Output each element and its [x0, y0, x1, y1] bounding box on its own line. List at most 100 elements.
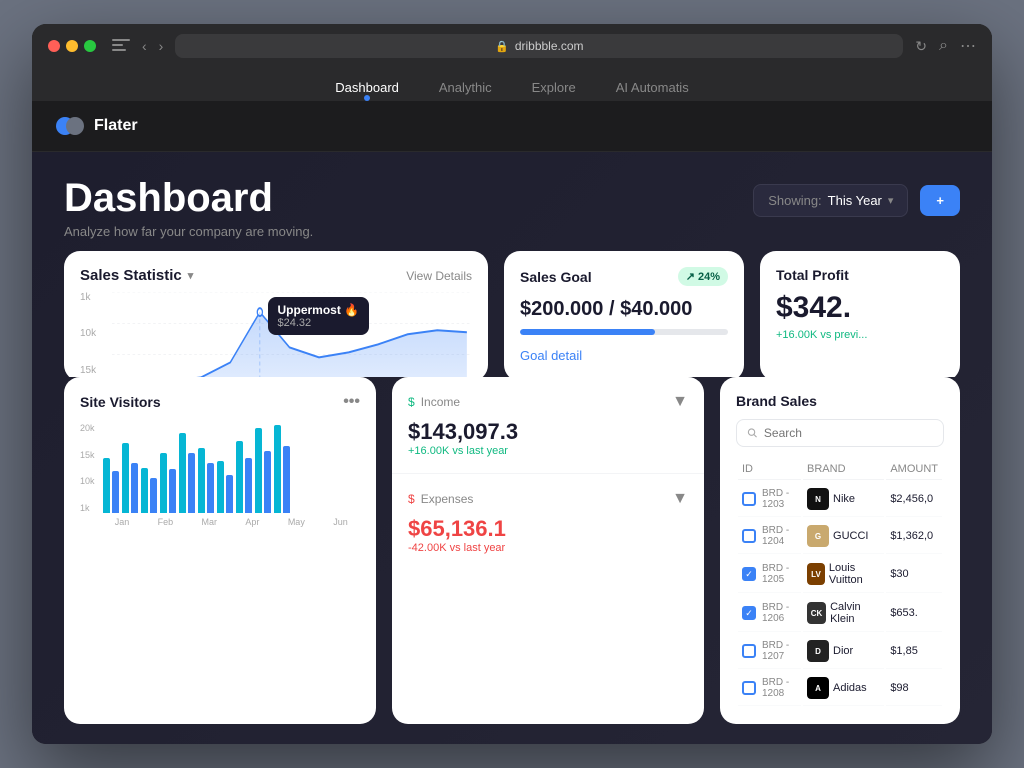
- tab-dashboard[interactable]: Dashboard: [331, 74, 403, 101]
- income-section: $ Income ▼ $143,097.3 +16.00K vs last ye…: [392, 377, 704, 474]
- showing-value: This Year: [828, 193, 882, 208]
- forward-button[interactable]: ›: [159, 38, 164, 54]
- goal-progress-fill: [520, 329, 655, 335]
- brand-title: Brand Sales: [736, 393, 944, 409]
- brand-amount-cell: $2,456,0: [886, 482, 942, 517]
- dots-menu-icon[interactable]: •••: [343, 393, 360, 411]
- income-icon: $: [408, 395, 415, 409]
- chevron-down-icon: ▾: [888, 194, 894, 207]
- bar-group-5: [179, 433, 195, 513]
- table-row: BRD - 1206CKCalvin Klein$653.: [738, 595, 942, 632]
- brand-logo: LV: [807, 563, 825, 585]
- brand-name-cell: DDior: [803, 634, 884, 669]
- back-button[interactable]: ‹: [142, 38, 147, 54]
- brand-id-cell: BRD - 1204: [738, 519, 801, 554]
- brand-logo: D: [807, 640, 829, 662]
- logo-area: Flater: [56, 117, 138, 135]
- tab-explore[interactable]: Explore: [528, 74, 580, 101]
- col-id: ID: [738, 459, 801, 480]
- chevron-down-icon: ▾: [188, 269, 194, 282]
- brand-name-cell: AAdidas: [803, 671, 884, 706]
- maximize-light[interactable]: [84, 40, 96, 52]
- showing-dropdown[interactable]: Showing: This Year ▾: [753, 184, 908, 217]
- total-profit-card: Total Profit $342. +16.00K vs previ...: [760, 251, 960, 377]
- close-light[interactable]: [48, 40, 60, 52]
- visitors-bar-chart: [103, 423, 360, 513]
- income-dropdown-icon[interactable]: ▼: [672, 393, 688, 411]
- row-checkbox[interactable]: [742, 606, 756, 620]
- site-visitors-card: Site Visitors ••• 20k 15k 10k 1k: [64, 377, 376, 724]
- expenses-icon: $: [408, 492, 415, 506]
- sales-card-header: Sales Statistic ▾ View Details: [64, 251, 488, 292]
- logo-text: Flater: [94, 117, 138, 135]
- income-change: +16.00K vs last year: [408, 445, 688, 457]
- row-checkbox[interactable]: [742, 529, 756, 543]
- visitors-y-labels: 20k 15k 10k 1k: [80, 423, 99, 513]
- table-row: BRD - 1207DDior$1,85: [738, 634, 942, 669]
- profit-amount: $342.: [776, 291, 944, 325]
- search-button[interactable]: ⌕: [939, 37, 948, 55]
- brand-amount-cell: $30: [886, 556, 942, 593]
- sales-goal-card: Sales Goal ↗ 24% $200.000 / $40.000 Goal…: [504, 251, 744, 377]
- minimize-light[interactable]: [66, 40, 78, 52]
- browser-nav: Dashboard Analythic Explore AI Automatis: [48, 66, 976, 101]
- url-text: dribbble.com: [515, 39, 584, 53]
- expenses-dropdown-icon[interactable]: ▼: [672, 490, 688, 508]
- view-details-link[interactable]: View Details: [406, 269, 472, 283]
- row-checkbox[interactable]: [742, 492, 756, 506]
- table-row: BRD - 1204GGUCCI$1,362,0: [738, 519, 942, 554]
- add-button[interactable]: +: [920, 185, 960, 216]
- tooltip-title: Uppermost 🔥: [278, 303, 360, 317]
- tab-ai[interactable]: AI Automatis: [612, 74, 693, 101]
- table-row: BRD - 1208AAdidas$98: [738, 671, 942, 706]
- lock-icon: 🔒: [495, 40, 509, 53]
- bottom-row: Site Visitors ••• 20k 15k 10k 1k: [32, 377, 992, 744]
- brand-amount-cell: $98: [886, 671, 942, 706]
- brand-amount-cell: $1,362,0: [886, 519, 942, 554]
- row-checkbox[interactable]: [742, 644, 756, 658]
- brand-table: ID BRAND AMOUNT BRD - 1203NNike$2,456,0B…: [736, 457, 944, 708]
- dashboard-title: Dashboard: [64, 176, 313, 220]
- brand-logo: A: [807, 677, 829, 699]
- traffic-lights: [48, 40, 96, 52]
- expenses-header: $ Expenses ▼: [408, 490, 688, 508]
- goal-progress-bar: [520, 329, 728, 335]
- profit-change: +16.00K vs previ...: [776, 329, 944, 341]
- chart-tooltip: Uppermost 🔥 $24.32: [268, 297, 370, 335]
- expenses-amount: $65,136.1: [408, 516, 688, 542]
- dashboard-title-area: Dashboard Analyze how far your company a…: [64, 176, 313, 239]
- browser-actions: ⌕ ⋯: [939, 36, 976, 56]
- brand-name-cell: LVLouis Vuitton: [803, 556, 884, 593]
- goal-header: Sales Goal ↗ 24%: [520, 267, 728, 286]
- brand-logo: G: [807, 525, 829, 547]
- chart-container: Uppermost 🔥 $24.32 25k 20k 15k 10k 1k: [64, 292, 488, 377]
- goal-badge: ↗ 24%: [678, 267, 728, 286]
- table-row: BRD - 1203NNike$2,456,0: [738, 482, 942, 517]
- brand-search-box[interactable]: [736, 419, 944, 447]
- visitors-bars-area: Jan Feb Mar Apr May Jun: [103, 423, 360, 527]
- row-checkbox[interactable]: [742, 681, 756, 695]
- tab-analytic[interactable]: Analythic: [435, 74, 496, 101]
- menu-button[interactable]: ⋯: [960, 36, 976, 56]
- bar-group-9: [255, 428, 271, 513]
- dashboard-subtitle: Analyze how far your company are moving.: [64, 224, 313, 239]
- tooltip-price: $24.32: [278, 317, 360, 329]
- brand-name-cell: NNike: [803, 482, 884, 517]
- reload-button[interactable]: ↻: [915, 38, 927, 55]
- income-header: $ Income ▼: [408, 393, 688, 411]
- address-bar[interactable]: 🔒 dribbble.com: [175, 34, 903, 58]
- brand-search-input[interactable]: [764, 426, 933, 440]
- goal-detail-button[interactable]: Goal detail: [520, 348, 582, 363]
- logo-icon: [56, 117, 86, 135]
- income-amount: $143,097.3: [408, 419, 688, 445]
- visitors-x-labels: Jan Feb Mar Apr May Jun: [103, 517, 360, 527]
- showing-label: Showing:: [768, 193, 821, 208]
- sidebar-toggle-icon[interactable]: [112, 39, 130, 53]
- brand-id-cell: BRD - 1208: [738, 671, 801, 706]
- row-checkbox[interactable]: [742, 567, 756, 581]
- app-header: Flater: [32, 101, 992, 152]
- search-icon: [747, 427, 758, 439]
- browser-chrome: ‹ › 🔒 dribbble.com ↻ ⌕ ⋯ Dashboard Analy…: [32, 24, 992, 101]
- main-content: Dashboard Analyze how far your company a…: [32, 152, 992, 744]
- brand-name-cell: CKCalvin Klein: [803, 595, 884, 632]
